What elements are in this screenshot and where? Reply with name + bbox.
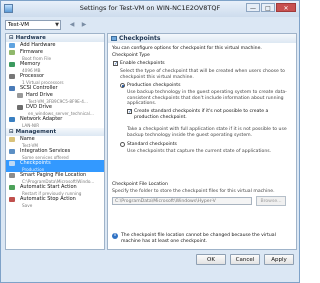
maximize-button[interactable]: □ (261, 3, 275, 12)
tree-item-checkpoints[interactable]: Checkpoints (6, 160, 104, 167)
browse-button[interactable]: Browse... (256, 196, 286, 206)
tree-item-label: Integration Services (20, 148, 71, 154)
apply-button[interactable]: Apply (264, 254, 294, 265)
management-section-header[interactable]: ⊟ Management (6, 128, 104, 136)
tree-item-hard-drive[interactable]: Hard Drive (6, 92, 104, 99)
file-location-label: Checkpoint File Location (112, 182, 168, 187)
tree-item-label: Smart Paging File Location (20, 172, 87, 178)
management-header-label: Management (15, 129, 57, 135)
vm-selector-value: Test-VM (8, 22, 30, 28)
checkpoints-panel: Checkpoints You can configure options fo… (107, 33, 297, 250)
production-checkpoints-label[interactable]: Production checkpoints (127, 83, 292, 89)
integration-services-icon (9, 149, 15, 154)
intro-text: You can configure options for checkpoint… (112, 46, 262, 51)
tree-item-name[interactable]: Name (6, 136, 104, 143)
tree-item-processor[interactable]: Processor (6, 73, 104, 80)
tree-item-firmware[interactable]: Firmware (6, 49, 104, 56)
processor-icon (9, 74, 15, 79)
smart-paging-icon (9, 173, 15, 178)
vm-selector-dropdown[interactable]: Test-VM ▼ (5, 20, 61, 30)
tree-item-integration-services[interactable]: Integration Services (6, 148, 104, 155)
memory-icon (9, 62, 15, 67)
standard-checkpoints-desc: Use checkpoints that capture the current… (127, 149, 272, 154)
window-controls: — □ ✕ (246, 3, 296, 12)
tree-item-label: Checkpoints (20, 160, 51, 166)
file-location-desc: Specify the folder to store the checkpoi… (112, 189, 275, 194)
info-message: The checkpoint file location cannot be c… (121, 233, 276, 244)
production-checkpoints-desc: Use backup technology in the guest opera… (127, 90, 287, 107)
fallback-standard-label[interactable]: Create standard checkpoints if it's not … (134, 109, 292, 120)
panel-header: Checkpoints (108, 34, 296, 43)
checkpoints-icon (111, 36, 117, 41)
name-icon (9, 137, 15, 142)
fallback-desc: Take a checkpoint with full application … (127, 127, 287, 138)
info-icon: i (112, 233, 118, 239)
auto-stop-icon (9, 197, 15, 202)
checkpoint-location-input[interactable]: C:\ProgramData\Microsoft\Windows\Hyper-V (112, 197, 252, 205)
tree-item-auto-stop[interactable]: Automatic Stop Action (6, 196, 104, 203)
dvd-drive-icon (17, 105, 23, 110)
production-checkpoints-radio[interactable] (120, 83, 125, 88)
tree-item-sub: Save (22, 203, 33, 208)
tree-item-label: Hard Drive (26, 92, 53, 98)
back-arrow-icon[interactable]: ◀ (67, 20, 77, 30)
chevron-down-icon: ▼ (55, 22, 59, 28)
enable-checkpoints-label[interactable]: Enable checkpoints (120, 61, 290, 67)
tree-item-label: Name (20, 136, 35, 142)
settings-tree: ⊟ Hardware Add Hardware Firmware Boot fr… (5, 33, 105, 250)
tree-item-auto-start[interactable]: Automatic Start Action (6, 184, 104, 191)
standard-checkpoints-label[interactable]: Standard checkpoints (127, 142, 292, 148)
collapse-icon: ⊟ (9, 129, 14, 135)
close-button[interactable]: ✕ (276, 3, 296, 12)
tree-item-label: Network Adapter (20, 116, 63, 122)
enable-checkpoints-checkbox[interactable]: ✓ (113, 61, 118, 67)
ok-button[interactable]: OK (196, 254, 226, 265)
network-adapter-icon (9, 117, 15, 122)
tree-item-label: Memory (20, 61, 41, 67)
tree-item-label: SCSI Controller (20, 85, 58, 91)
scsi-controller-icon (9, 86, 15, 91)
tree-item-label: Firmware (20, 49, 43, 55)
tree-item-dvd-drive[interactable]: DVD Drive (6, 104, 104, 111)
checkpoint-type-label: Checkpoint Type (112, 53, 150, 58)
tree-item-label: Automatic Start Action (20, 184, 77, 190)
tree-item-smart-paging[interactable]: Smart Paging File Location (6, 172, 104, 179)
fallback-standard-checkbox[interactable]: ✓ (127, 109, 132, 115)
panel-title: Checkpoints (119, 35, 161, 42)
nav-arrows: ◀ ▶ (67, 20, 89, 30)
hardware-header-label: Hardware (15, 35, 46, 41)
collapse-icon: ⊟ (9, 35, 14, 41)
tree-item-label: Automatic Stop Action (20, 196, 76, 202)
tree-item-label: Processor (20, 73, 45, 79)
select-type-text: Select the type of checkpoint that will … (120, 69, 285, 80)
auto-start-icon (9, 185, 15, 190)
tree-item-scsi-controller[interactable]: SCSI Controller (6, 85, 104, 92)
tree-item-add-hardware[interactable]: Add Hardware (6, 42, 104, 49)
tree-item-label: Add Hardware (20, 42, 56, 48)
title-bar[interactable]: Settings for Test-VM on WIN-NC1E2OV8TQF … (1, 1, 299, 17)
settings-window: Settings for Test-VM on WIN-NC1E2OV8TQF … (0, 0, 300, 283)
add-hardware-icon (9, 43, 15, 48)
hardware-section-header[interactable]: ⊟ Hardware (6, 34, 104, 42)
minimize-button[interactable]: — (246, 3, 260, 12)
tree-item-network-adapter[interactable]: Network Adapter (6, 116, 104, 123)
hard-drive-icon (17, 93, 23, 98)
forward-arrow-icon[interactable]: ▶ (79, 20, 89, 30)
tree-item-label: DVD Drive (26, 104, 52, 110)
dialog-buttons: OK Cancel Apply (196, 254, 294, 265)
tree-item-memory[interactable]: Memory (6, 61, 104, 68)
firmware-icon (9, 50, 15, 55)
cancel-button[interactable]: Cancel (230, 254, 260, 265)
standard-checkpoints-radio[interactable] (120, 142, 125, 147)
checkpoints-icon (9, 161, 15, 166)
